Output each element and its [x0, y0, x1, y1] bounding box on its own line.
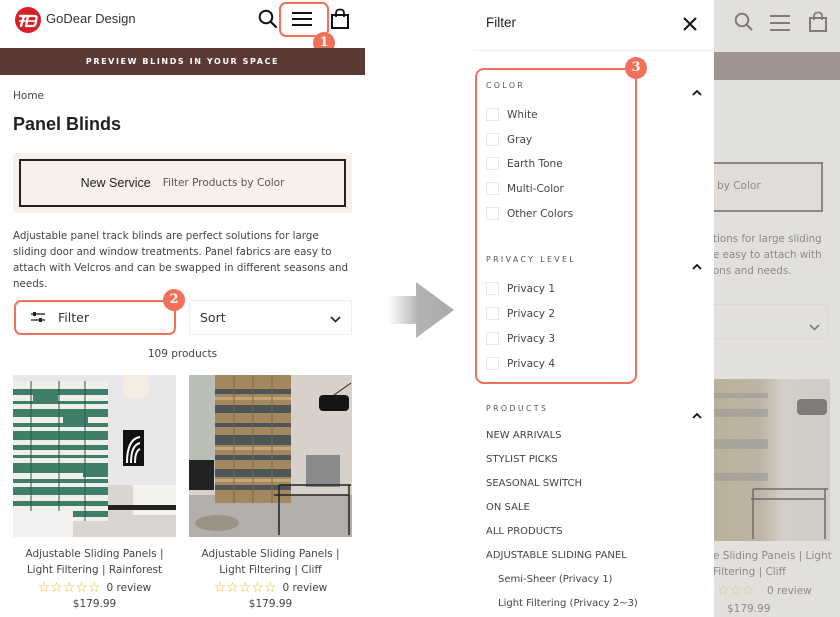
drawer-title: Filter [486, 15, 516, 30]
color-option-earth-tone[interactable]: Earth Tone [486, 157, 563, 170]
privacy-option-4[interactable]: Privacy 4 [486, 357, 555, 370]
breadcrumb-home[interactable]: Home [13, 90, 44, 102]
privacy-option-2[interactable]: Privacy 2 [486, 307, 555, 320]
service-banner[interactable]: New Service Filter Products by Color [13, 153, 352, 213]
checkbox[interactable] [486, 307, 499, 320]
service-banner-box: New Service Filter Products by Color [19, 159, 346, 207]
option-label: Multi-Color [507, 182, 564, 195]
sort-label: Sort [200, 310, 226, 325]
dimmed-desc-line: e easy to attach with [713, 249, 822, 261]
checkbox[interactable] [486, 357, 499, 370]
search-icon [734, 12, 754, 36]
color-option-white[interactable]: White [486, 108, 538, 121]
dimmed-product-name: Filtering | Cliff [713, 566, 786, 578]
checkbox[interactable] [486, 133, 499, 146]
products-link-adjustable-sliding-panel[interactable]: ADJUSTABLE SLIDING PANEL [486, 550, 627, 561]
section-heading-products[interactable]: PRODUCTS [486, 404, 548, 413]
product-price: $179.99 [248, 598, 293, 610]
option-label: Privacy 4 [507, 357, 556, 370]
review-count: 0 review [106, 582, 152, 594]
filter-drawer: Filter 3 COLOR White Gray Earth Tone Mul… [474, 0, 714, 617]
privacy-option-3[interactable]: Privacy 3 [486, 332, 555, 345]
products-link-stylist-picks[interactable]: STYLIST PICKS [486, 454, 558, 465]
sliders-icon [30, 308, 46, 327]
privacy-option-1[interactable]: Privacy 1 [486, 282, 555, 295]
products-link-seasonal-switch[interactable]: SEASONAL SWITCH [486, 478, 582, 489]
option-label: Earth Tone [507, 157, 563, 170]
products-link-all-products[interactable]: ALL PRODUCTS [486, 526, 562, 537]
bag-icon[interactable] [330, 8, 350, 34]
service-subtitle: Filter Products by Color [162, 177, 285, 189]
dimmed-product-name: e Sliding Panels | Light [713, 550, 832, 562]
product-image[interactable] [189, 375, 352, 537]
chevron-down-icon [330, 308, 341, 327]
product-card[interactable]: Adjustable Sliding Panels | Light Filter… [189, 375, 352, 610]
checkbox[interactable] [486, 157, 499, 170]
checkbox[interactable] [486, 108, 499, 121]
step-badge-3: 3 [625, 57, 647, 79]
site-header: GoDear Design 1 [0, 0, 365, 54]
dimmed-page-overlay[interactable]: by Color tions for large sliding e easy … [713, 0, 840, 617]
search-icon[interactable] [258, 9, 278, 33]
product-rating: ☆☆☆☆☆ 0 review [189, 581, 352, 595]
products-link-new-arrivals[interactable]: NEW ARRIVALS [486, 430, 562, 441]
star-rating-icons: ☆☆☆☆☆ [213, 580, 277, 596]
page-title: Panel Blinds [13, 114, 122, 134]
product-price: $179.99 [72, 598, 117, 610]
close-icon[interactable] [683, 16, 697, 35]
color-option-multi-color[interactable]: Multi-Color [486, 182, 564, 195]
service-title: New Service [80, 176, 151, 190]
checkbox[interactable] [486, 282, 499, 295]
star-rating-icons: ☆☆☆☆☆ [37, 580, 101, 596]
option-label: Gray [507, 133, 533, 146]
mobile-page-before: GoDear Design 1 PREVIEW BLINDS IN YOUR S… [0, 0, 365, 617]
product-image[interactable] [13, 375, 176, 537]
dimmed-review-count: 0 review [767, 585, 812, 597]
chevron-up-icon[interactable] [692, 404, 702, 423]
option-label: Privacy 2 [507, 307, 556, 320]
menu-icon [768, 14, 792, 36]
bag-icon [808, 11, 828, 37]
divider [474, 50, 714, 51]
product-card[interactable]: Adjustable Sliding Panels | Light Filter… [13, 375, 176, 610]
filter-button[interactable]: Filter [14, 300, 176, 335]
sort-select[interactable]: Sort [189, 300, 352, 335]
option-label: Other Colors [507, 207, 574, 220]
dimmed-desc-line: ons and needs. [713, 265, 792, 277]
section-heading-color[interactable]: COLOR [486, 81, 525, 90]
brand-name[interactable]: GoDear Design [46, 11, 136, 26]
color-option-other[interactable]: Other Colors [486, 207, 573, 220]
checkbox[interactable] [486, 332, 499, 345]
dimmed-star-icons: ☆☆☆ [717, 583, 755, 599]
chevron-down-icon [809, 316, 820, 335]
section-heading-privacy[interactable]: PRIVACY LEVEL [486, 255, 576, 264]
dimmed-product-image [713, 379, 830, 541]
dimmed-promo-bar [713, 52, 840, 80]
product-name[interactable]: Adjustable Sliding Panels | Light Filter… [13, 546, 176, 578]
filter-label: Filter [58, 310, 89, 325]
dimmed-banner-text: by Color [717, 180, 761, 192]
product-name[interactable]: Adjustable Sliding Panels | Light Filter… [189, 546, 352, 578]
dimmed-price: $179.99 [727, 603, 771, 615]
promo-bar[interactable]: PREVIEW BLINDS IN YOUR SPACE [0, 48, 365, 75]
color-option-gray[interactable]: Gray [486, 133, 532, 146]
product-rating: ☆☆☆☆☆ 0 review [13, 581, 176, 595]
review-count: 0 review [282, 582, 328, 594]
checkbox[interactable] [486, 182, 499, 195]
option-label: White [507, 108, 538, 121]
chevron-up-icon[interactable] [692, 255, 702, 274]
chevron-up-icon[interactable] [692, 81, 702, 100]
collection-description: Adjustable panel track blinds are perfec… [13, 230, 349, 290]
products-sublink-semi-sheer[interactable]: Semi-Sheer (Privacy 1) [498, 574, 612, 585]
option-label: Privacy 1 [507, 282, 556, 295]
checkbox[interactable] [486, 207, 499, 220]
dimmed-desc-line: tions for large sliding [713, 233, 822, 245]
transition-arrow-icon [388, 282, 458, 342]
products-sublink-light-filtering[interactable]: Light Filtering (Privacy 2~3) [498, 598, 638, 609]
brand-logo-icon[interactable] [15, 7, 41, 33]
products-link-on-sale[interactable]: ON SALE [486, 502, 530, 513]
product-count: 109 products [147, 348, 218, 360]
option-label: Privacy 3 [507, 332, 556, 345]
step-badge-2: 2 [163, 289, 185, 311]
